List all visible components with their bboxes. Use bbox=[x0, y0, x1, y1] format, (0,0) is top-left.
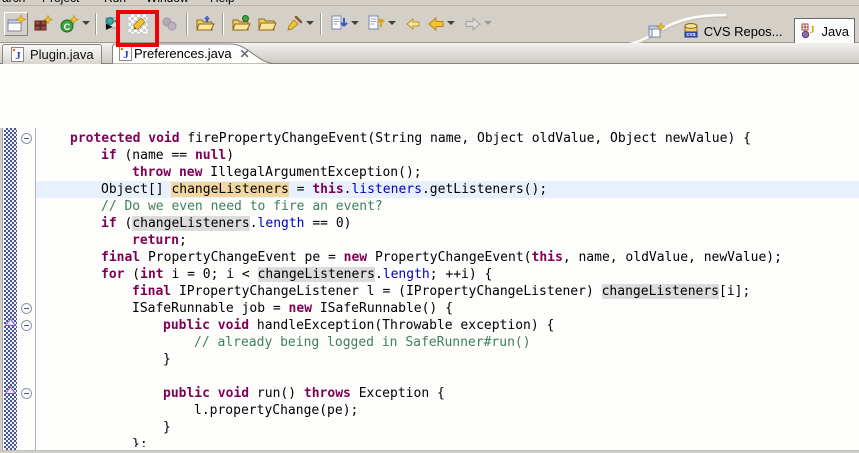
cvs-perspective-label: CVS Repos... bbox=[704, 24, 783, 39]
code-line: // already being logged in SafeRunner#ru… bbox=[36, 334, 859, 351]
fold-collapse-icon[interactable] bbox=[21, 388, 32, 399]
menu-item-project[interactable]: Project bbox=[42, 0, 79, 5]
code-line: if (name == null) bbox=[36, 147, 859, 164]
code-line: public void run() throws Exception { bbox=[36, 385, 859, 402]
toolbar-separator bbox=[320, 13, 322, 35]
back-button[interactable] bbox=[424, 12, 448, 36]
folder-icon bbox=[257, 14, 277, 34]
open-folder-green-button[interactable] bbox=[229, 12, 253, 36]
menu-item-window[interactable]: Window bbox=[146, 0, 189, 5]
svg-text:J: J bbox=[123, 49, 129, 61]
next-annotation-icon bbox=[330, 14, 350, 34]
previous-annotation-button[interactable] bbox=[365, 12, 389, 36]
code-line: ISafeRunnable job = new ISafeRunnable() … bbox=[36, 300, 859, 317]
open-type-folder-icon bbox=[195, 14, 215, 34]
paintbrush-icon bbox=[284, 14, 304, 34]
code-line: if (changeListeners.length == 0) bbox=[36, 215, 859, 232]
fold-collapse-icon[interactable] bbox=[21, 133, 32, 144]
cvs-perspective-button[interactable]: CVS CVS Repos... bbox=[677, 19, 788, 43]
next-annotation-button[interactable] bbox=[328, 12, 352, 36]
svg-text:C: C bbox=[64, 22, 71, 32]
java-perspective-label: Java bbox=[822, 24, 849, 39]
svg-text:J: J bbox=[15, 50, 21, 62]
code-line: final IPropertyChangeListener l = (IProp… bbox=[36, 283, 859, 300]
previous-annotation-icon bbox=[367, 14, 387, 34]
forward-button[interactable] bbox=[461, 12, 485, 36]
editor-left-border bbox=[0, 128, 3, 453]
code-line: // Do we even need to fire an event? bbox=[36, 198, 859, 215]
code-line: } bbox=[36, 351, 859, 368]
code-line: for (int i = 0; i < changeListeners.leng… bbox=[36, 266, 859, 283]
new-button[interactable] bbox=[4, 12, 28, 36]
menu-item-help[interactable]: Help bbox=[210, 0, 235, 5]
new-wizard-icon bbox=[6, 14, 26, 34]
code-line bbox=[36, 368, 859, 385]
paintbrush-dropdown-icon[interactable] bbox=[306, 21, 314, 25]
last-edit-location-button[interactable] bbox=[402, 12, 426, 36]
fold-collapse-icon[interactable] bbox=[21, 303, 32, 314]
folder-green-icon bbox=[231, 14, 251, 34]
annotation-ruler[interactable] bbox=[4, 128, 17, 453]
toolbar-separator bbox=[95, 13, 97, 35]
last-edit-arrow-icon bbox=[404, 14, 424, 34]
fold-collapse-icon[interactable] bbox=[21, 320, 32, 331]
menu-bar: arch Project Run Window Help bbox=[0, 0, 859, 6]
code-line: public void handleException(Throwable ex… bbox=[36, 317, 859, 334]
new-class-button[interactable]: C bbox=[57, 12, 81, 36]
paintbrush-button[interactable] bbox=[282, 12, 306, 36]
toolbar-separator bbox=[222, 13, 224, 35]
menu-item-arch[interactable]: arch bbox=[2, 0, 25, 5]
cvs-repository-icon: CVS bbox=[682, 22, 700, 40]
java-file-icon: J bbox=[10, 47, 25, 62]
main-toolbar: C bbox=[0, 7, 859, 43]
menu-item-run[interactable]: Run bbox=[104, 0, 126, 5]
java-perspective-icon: J bbox=[800, 22, 818, 40]
spheres-button[interactable] bbox=[158, 12, 182, 36]
open-perspective-button[interactable] bbox=[643, 19, 671, 43]
java-editor: protected void firePropertyChangeEvent(S… bbox=[0, 64, 859, 450]
open-type-button[interactable] bbox=[193, 12, 217, 36]
svg-text:J: J bbox=[809, 24, 815, 36]
code-line: }; bbox=[36, 436, 859, 447]
open-folder-button[interactable] bbox=[255, 12, 279, 36]
java-file-icon: J bbox=[118, 46, 133, 61]
new-class-dropdown-icon[interactable] bbox=[82, 21, 90, 25]
code-line: return; bbox=[36, 232, 859, 249]
code-text-area[interactable]: protected void firePropertyChangeEvent(S… bbox=[36, 130, 859, 447]
tab-label: Preferences.java bbox=[134, 46, 232, 61]
override-indicator-icon bbox=[5, 386, 16, 394]
toolbar-separator bbox=[186, 13, 188, 35]
tab-label: Plugin.java bbox=[30, 47, 94, 62]
previous-annotation-dropdown-icon[interactable] bbox=[388, 21, 396, 25]
code-line: } bbox=[36, 419, 859, 436]
override-indicator-icon bbox=[5, 318, 16, 326]
svg-text:CVS: CVS bbox=[686, 32, 695, 37]
new-package-icon bbox=[33, 14, 53, 34]
forward-dropdown-icon[interactable] bbox=[484, 21, 492, 25]
back-arrow-icon bbox=[426, 14, 446, 34]
open-perspective-icon bbox=[648, 22, 666, 40]
java-perspective-button[interactable]: J Java bbox=[794, 18, 855, 44]
code-line: Object[] changeListeners = this.listener… bbox=[36, 181, 859, 198]
highlight-annotation-box bbox=[116, 10, 159, 47]
new-class-icon: C bbox=[59, 14, 79, 34]
next-annotation-dropdown-icon[interactable] bbox=[351, 21, 359, 25]
code-line: throw new IllegalArgumentException(); bbox=[36, 164, 859, 181]
folding-ruler[interactable] bbox=[17, 128, 36, 453]
tab-close-icon[interactable]: ✕ bbox=[240, 47, 250, 61]
spheres-icon bbox=[160, 14, 180, 34]
back-dropdown-icon[interactable] bbox=[447, 21, 455, 25]
code-line: l.propertyChange(pe); bbox=[36, 402, 859, 419]
tab-plugin-java[interactable]: J Plugin.java bbox=[2, 44, 102, 64]
code-line: final PropertyChangeEvent pe = new Prope… bbox=[36, 249, 859, 266]
code-line: protected void firePropertyChangeEvent(S… bbox=[36, 130, 859, 147]
forward-arrow-icon bbox=[463, 14, 483, 34]
new-package-button[interactable] bbox=[31, 12, 55, 36]
